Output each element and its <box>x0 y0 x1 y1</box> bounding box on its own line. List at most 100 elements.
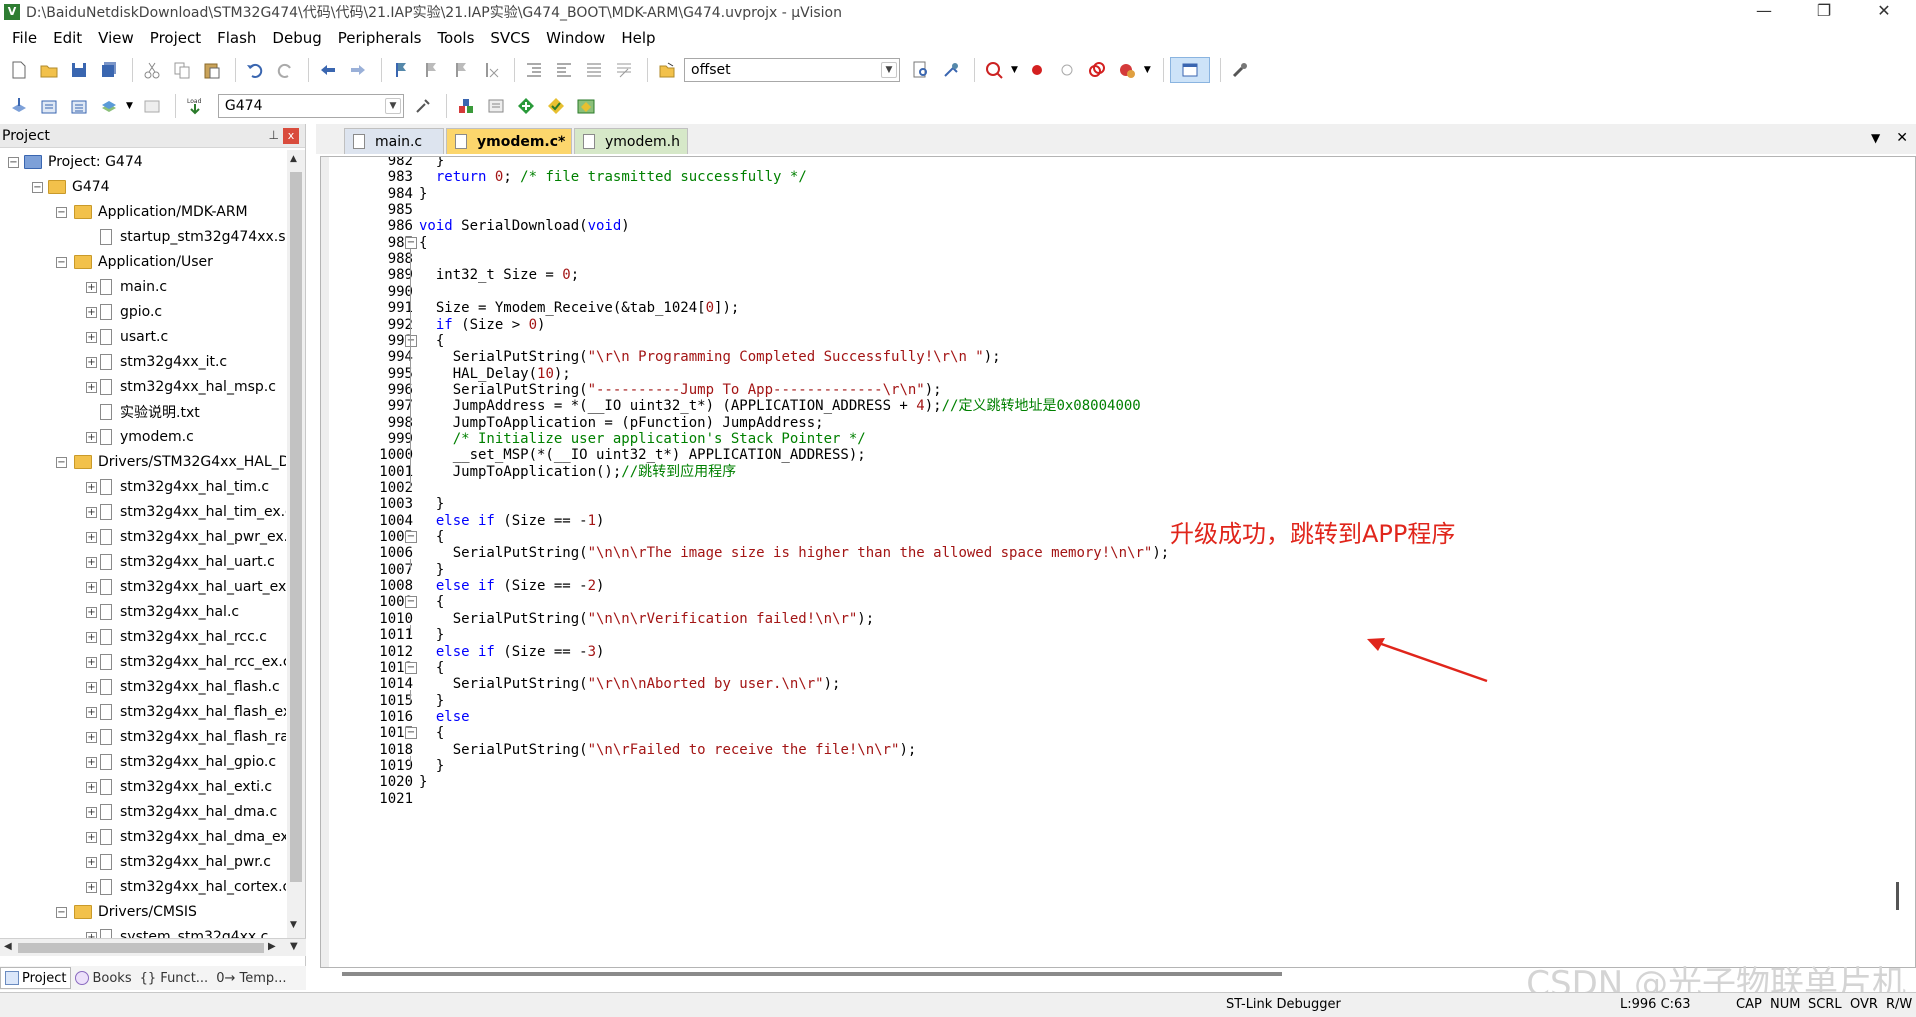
find-in-files-icon[interactable] <box>654 57 680 83</box>
fold-collapse-icon[interactable]: − <box>405 661 417 674</box>
tab-ymodem-h[interactable]: ymodem.h <box>574 128 688 154</box>
restore-button[interactable]: ❐ <box>1796 0 1852 24</box>
editor-vscroll-indicator[interactable] <box>1896 882 1899 910</box>
manage-project-items-icon[interactable] <box>453 93 479 119</box>
menu-window[interactable]: Window <box>538 26 613 50</box>
tree-item[interactable]: stm32g4xx_hal_uart.c <box>100 550 275 574</box>
collapse-icon[interactable]: − <box>56 907 67 918</box>
tree-item[interactable]: stm32g4xx_hal_uart_ex.c <box>100 575 286 599</box>
scroll-up-icon[interactable]: ▲ <box>290 154 297 164</box>
tree-item[interactable]: stm32g4xx_hal_flash_ex <box>100 700 286 724</box>
code-line[interactable]: else if (Size == -2) <box>419 576 605 596</box>
expand-icon[interactable]: + <box>86 682 97 693</box>
menu-view[interactable]: View <box>90 26 142 50</box>
tab-list-icon[interactable]: ▼ <box>1871 131 1880 145</box>
tree-item[interactable]: stm32g4xx_hal_exti.c <box>100 775 272 799</box>
tab-project[interactable]: Project <box>0 967 72 989</box>
cut-icon[interactable] <box>139 57 165 83</box>
redo-icon[interactable] <box>272 57 298 83</box>
expand-icon[interactable]: + <box>86 482 97 493</box>
expand-icon[interactable]: + <box>86 732 97 743</box>
paste-icon[interactable] <box>199 57 225 83</box>
navigate-forward-icon[interactable] <box>345 57 371 83</box>
collapse-icon[interactable]: − <box>8 157 19 168</box>
expand-icon[interactable]: + <box>86 432 97 443</box>
scrollbar-thumb[interactable] <box>18 943 264 953</box>
tree-item[interactable]: 实验说明.txt <box>100 400 200 424</box>
expand-icon[interactable]: + <box>86 782 97 793</box>
expand-icon[interactable]: + <box>86 282 97 293</box>
undo-icon[interactable] <box>242 57 268 83</box>
project-tree-scrollbar[interactable]: ▲ ▼ <box>287 150 305 938</box>
menu-help[interactable]: Help <box>613 26 663 50</box>
expand-icon[interactable]: + <box>86 582 97 593</box>
translate-icon[interactable] <box>6 93 32 119</box>
menu-project[interactable]: Project <box>142 26 209 50</box>
stop-build-icon[interactable] <box>139 93 165 119</box>
menu-file[interactable]: File <box>4 26 45 50</box>
tree-item[interactable]: stm32g4xx_hal_flash.c <box>100 675 280 699</box>
tree-item[interactable]: stm32g4xx_hal_tim.c <box>100 475 269 499</box>
code-line[interactable]: } <box>419 184 427 204</box>
close-window-button[interactable]: ✕ <box>1856 0 1912 24</box>
scrollbar-thumb[interactable] <box>342 972 1282 976</box>
scroll-left-icon[interactable]: ◀ <box>4 941 12 952</box>
expand-icon[interactable]: + <box>86 857 97 868</box>
tree-item[interactable]: stm32g4xx_hal_dma.c <box>100 800 277 824</box>
tree-item[interactable]: Drivers/STM32G4xx_HAL_Dr <box>74 450 286 474</box>
tree-item[interactable]: stm32g4xx_it.c <box>100 350 227 374</box>
expand-icon[interactable]: + <box>86 757 97 768</box>
fold-collapse-icon[interactable]: − <box>405 727 417 740</box>
expand-icon[interactable]: + <box>86 357 97 368</box>
scroll-right-icon[interactable]: ▶ <box>268 941 276 952</box>
expand-icon[interactable]: + <box>86 332 97 343</box>
tree-item[interactable]: stm32g4xx_hal_gpio.c <box>100 750 276 774</box>
chevron-down-icon[interactable]: ▼ <box>384 98 401 114</box>
tree-item[interactable]: startup_stm32g474xx.s <box>100 225 286 249</box>
tree-item[interactable]: stm32g4xx_hal_msp.c <box>100 375 276 399</box>
expand-icon[interactable]: + <box>86 707 97 718</box>
unindent-icon[interactable] <box>551 57 577 83</box>
code-line[interactable]: JumpToApplication();//跳转到应用程序 <box>419 462 736 482</box>
tree-item[interactable]: stm32g4xx_hal_rcc_ex.c <box>100 650 286 674</box>
navigate-back-icon[interactable] <box>315 57 341 83</box>
expand-icon[interactable]: + <box>86 882 97 893</box>
breakpoint-icon[interactable] <box>1024 57 1050 83</box>
tree-item[interactable]: G474 <box>48 175 110 199</box>
tab-ymodem-c[interactable]: ymodem.c* <box>446 128 572 154</box>
tree-item[interactable]: stm32g4xx_hal_flash_ra <box>100 725 286 749</box>
tree-item[interactable]: usart.c <box>100 325 168 349</box>
tree-item[interactable]: stm32g4xx_hal_pwr_ex.c <box>100 525 286 549</box>
manage-rte-icon[interactable] <box>513 93 539 119</box>
tree-item[interactable]: stm32g4xx_hal_tim_ex.c <box>100 500 286 524</box>
tree-item[interactable]: stm32g4xx_hal_pwr.c <box>100 850 271 874</box>
chevron-down-icon[interactable]: ▼ <box>1011 65 1018 75</box>
code-editor[interactable]: 982 } 983 return 0; /* file trasmitted su… <box>320 156 1916 968</box>
tab-functions[interactable]: {} Funct... <box>136 967 213 989</box>
code-line[interactable]: { <box>419 233 427 253</box>
find-combo[interactable]: offset ▼ <box>684 58 900 82</box>
menu-tools[interactable]: Tools <box>429 26 482 50</box>
expand-icon[interactable]: + <box>86 632 97 643</box>
target-options-icon[interactable] <box>410 93 436 119</box>
tree-item[interactable]: Application/User <box>74 250 213 274</box>
code-line[interactable]: SerialPutString("\n\n\rVerification fail… <box>419 609 874 629</box>
tree-item[interactable]: Project: G474 <box>24 150 143 174</box>
pin-icon[interactable]: ⊥ <box>269 128 279 142</box>
incremental-find-icon[interactable] <box>938 57 964 83</box>
indent-icon[interactable] <box>521 57 547 83</box>
tree-item[interactable]: stm32g4xx_hal_rcc.c <box>100 625 267 649</box>
close-editor-icon[interactable]: ✕ <box>1896 130 1908 146</box>
save-all-icon[interactable] <box>96 57 122 83</box>
tree-item[interactable]: system_stm32g4xx.c <box>100 925 268 938</box>
menu-svcs[interactable]: SVCS <box>482 26 538 50</box>
code-line[interactable]: else if (Size == -1) <box>419 511 605 531</box>
expand-icon[interactable]: + <box>86 807 97 818</box>
close-panel-button[interactable]: x <box>283 128 299 144</box>
scroll-down-icon[interactable]: ▼ <box>290 941 298 952</box>
chevron-down-icon[interactable]: ▼ <box>881 62 897 78</box>
menu-edit[interactable]: Edit <box>45 26 90 50</box>
target-select[interactable]: G474 ▼ <box>217 94 404 118</box>
fold-collapse-icon[interactable]: − <box>405 236 417 249</box>
minimize-button[interactable]: — <box>1736 0 1792 24</box>
